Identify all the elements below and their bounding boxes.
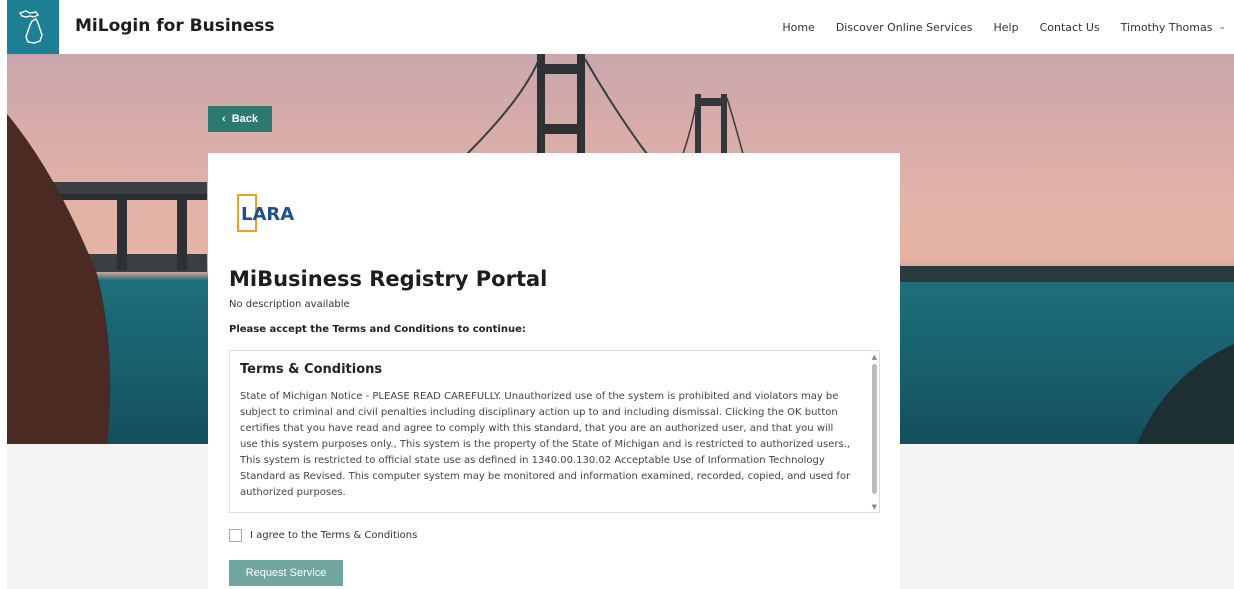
terms-heading: Terms & Conditions bbox=[240, 362, 383, 377]
back-label: Back bbox=[231, 113, 258, 125]
lara-logo-text: LARA bbox=[241, 204, 294, 225]
service-description: No description available bbox=[229, 299, 350, 310]
nav-discover-online-services[interactable]: Discover Online Services bbox=[836, 21, 973, 34]
main-nav: Home Discover Online Services Help Conta… bbox=[761, 0, 1226, 54]
terms-scroll-box[interactable]: Terms & Conditions State of Michigan Not… bbox=[229, 350, 880, 513]
service-card: LARA MiBusiness Registry Portal No descr… bbox=[208, 153, 900, 589]
top-header: MiLogin for Business Home Discover Onlin… bbox=[0, 0, 1234, 54]
accept-prompt: Please accept the Terms and Conditions t… bbox=[229, 324, 526, 335]
user-name: Timothy Thomas bbox=[1120, 20, 1213, 34]
agree-terms-label: I agree to the Terms & Conditions bbox=[250, 530, 418, 541]
nav-contact-us[interactable]: Contact Us bbox=[1040, 21, 1100, 34]
scrollbar-thumb[interactable] bbox=[872, 364, 877, 494]
page-title: MiBusiness Registry Portal bbox=[229, 267, 548, 291]
scroll-down-arrow-icon[interactable]: ▼ bbox=[872, 503, 877, 511]
agree-terms-row[interactable]: I agree to the Terms & Conditions bbox=[229, 529, 417, 542]
lara-logo: LARA bbox=[237, 194, 297, 232]
chevron-left-icon: ‹ bbox=[222, 113, 226, 125]
nav-help[interactable]: Help bbox=[994, 21, 1019, 34]
michigan-logo-icon[interactable] bbox=[7, 0, 59, 54]
request-service-button[interactable]: Request Service bbox=[229, 560, 343, 586]
chevron-down-icon: ⌄ bbox=[1218, 22, 1226, 32]
back-button[interactable]: ‹ Back bbox=[208, 106, 272, 132]
app-title[interactable]: MiLogin for Business bbox=[75, 16, 275, 36]
user-menu[interactable]: Timothy Thomas ⌄ bbox=[1121, 21, 1226, 34]
terms-body: State of Michigan Notice - PLEASE READ C… bbox=[240, 391, 851, 498]
scroll-up-arrow-icon[interactable]: ▲ bbox=[872, 353, 877, 361]
agree-terms-checkbox[interactable] bbox=[229, 529, 242, 542]
nav-home[interactable]: Home bbox=[782, 21, 814, 34]
scrollbar[interactable]: ▲ ▼ bbox=[869, 351, 879, 512]
